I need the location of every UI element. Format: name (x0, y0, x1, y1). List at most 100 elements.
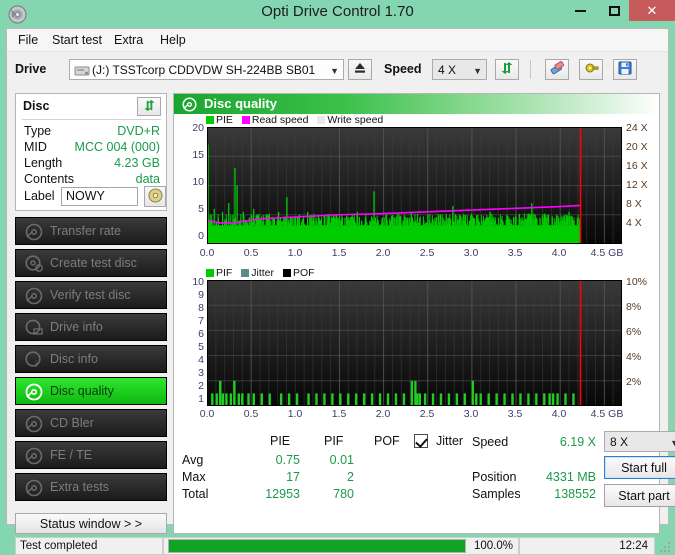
pie-chart-legend: PIE Read speed Write speed (206, 114, 383, 126)
refresh-button[interactable] (495, 59, 519, 80)
cd-disc-icon (148, 188, 163, 206)
pie-y2tick-4: 4 X (626, 217, 642, 229)
speed-select[interactable]: 4 X ▼ (432, 59, 487, 80)
menu-item-start-test[interactable]: Start test (47, 33, 107, 47)
pie-xtick-6: 3.0 (457, 247, 485, 259)
refresh-arrows-icon (143, 99, 156, 115)
legend-swatch-pof (283, 269, 291, 277)
legend-swatch-write-speed (317, 116, 325, 124)
pie-y2tick-12: 12 X (626, 179, 648, 191)
refresh-arrows-icon (500, 61, 514, 78)
pif-y2tick-2: 2% (626, 376, 641, 388)
drive-select-value: (J:) TSSTcorp CDDVDW SH-224BB SB01 (70, 63, 315, 77)
pif-y2tick-10: 10% (626, 276, 647, 288)
sidebar-item-label: FE / TE (50, 448, 92, 462)
pie-ytick-10: 10 (174, 176, 204, 188)
drive-icon (74, 62, 90, 78)
pif-ytick-1: 1 (174, 393, 204, 405)
pif-ytick-4: 4 (174, 354, 204, 366)
sidebar-item-cd-bler[interactable]: CD Bler (15, 409, 167, 437)
panel-header: Disc quality (174, 94, 659, 114)
pie-y2tick-20: 20 X (626, 141, 648, 153)
status-message: Test completed (15, 537, 163, 555)
menu-bar: File Start test Extra Help (7, 29, 668, 52)
sidebar-item-label: Disc info (50, 352, 98, 366)
eject-button[interactable] (348, 59, 372, 80)
disc-row-value: 4.23 GB (114, 156, 160, 170)
close-button[interactable]: ✕ (629, 0, 675, 21)
test-speed-select[interactable]: 8 X ▼ (604, 431, 675, 452)
pie-xtick-8: 4.0 (545, 247, 573, 259)
legend-label-read-speed: Read speed (252, 114, 309, 126)
sidebar-item-label: Create test disc (50, 256, 137, 270)
sidebar-item-fe-te[interactable]: FE / TE (15, 441, 167, 469)
disc-refresh-button[interactable] (137, 97, 161, 116)
resize-grip[interactable] (655, 537, 674, 555)
disc-icon (25, 319, 43, 337)
disc-row-key: MID (24, 140, 47, 154)
pif-xtick-9: 4.5 GB (586, 408, 628, 420)
disc-quality-panel: Disc quality PIE Read speed Write speed … (173, 93, 660, 534)
pif-ytick-7: 7 (174, 315, 204, 327)
disc-label-button[interactable] (144, 186, 166, 207)
pie-y2tick-24: 24 X (626, 122, 648, 134)
pie-xtick-7: 3.5 (501, 247, 529, 259)
jitter-label: Jitter (436, 434, 463, 448)
disc-label-input[interactable]: NOWY (61, 187, 138, 206)
disc-icon (182, 97, 197, 112)
progress-percent-text: 100.0% (474, 540, 513, 552)
pif-plot-area (207, 280, 622, 406)
sidebar-item-disc-info[interactable]: i Disc info (15, 345, 167, 373)
legend-label-pif: PIF (216, 267, 232, 279)
sidebar-item-label: Extra tests (50, 480, 109, 494)
panel-title: Disc quality (204, 96, 277, 111)
save-button[interactable] (613, 59, 637, 80)
disc-row-value: MCC 004 (000) (75, 140, 160, 154)
pie-xtick-2: 1.0 (281, 247, 309, 259)
samples-stat-label: Samples (472, 487, 521, 501)
disc-icon (25, 255, 43, 273)
menu-item-help[interactable]: Help (155, 33, 191, 47)
pif-chart-legend: PIF Jitter POF (206, 267, 315, 279)
eraser-button[interactable] (545, 59, 569, 80)
statistics-panel: PIE PIF POF Jitter Avg 0.75 0.01 Max 17 … (174, 430, 659, 530)
jitter-checkbox[interactable] (414, 434, 428, 448)
chevron-down-icon: ▼ (473, 60, 482, 81)
pif-xtick-6: 3.0 (457, 408, 485, 420)
position-stat-label: Position (472, 470, 516, 484)
start-part-button[interactable]: Start part (604, 484, 675, 507)
pie-xtick-0: 0.0 (193, 247, 221, 259)
legend-swatch-pie (206, 116, 214, 124)
disc-row-key: Contents (24, 172, 74, 186)
stats-row-label-avg: Avg (182, 453, 203, 467)
chevron-down-icon: ▼ (330, 60, 339, 81)
legend-label-write-speed: Write speed (327, 114, 383, 126)
sidebar-item-verify-test-disc[interactable]: Verify test disc (15, 281, 167, 309)
progress-fill (169, 540, 465, 552)
disc-panel-title: Disc (23, 99, 49, 113)
drive-label: Drive (15, 62, 46, 76)
sidebar-item-extra-tests[interactable]: Extra tests (15, 473, 167, 501)
pie-ytick-5: 5 (174, 203, 204, 215)
pif-ytick-10: 10 (174, 276, 204, 288)
menu-item-extra[interactable]: Extra (109, 33, 148, 47)
sidebar-item-disc-quality[interactable]: Disc quality (15, 377, 167, 405)
sidebar-item-drive-info[interactable]: Drive info (15, 313, 167, 341)
stats-avg-pif: 0.01 (306, 453, 354, 467)
settings-button[interactable] (579, 59, 603, 80)
pie-xtick-1: 0.5 (237, 247, 265, 259)
sidebar-item-create-test-disc[interactable]: Create test disc (15, 249, 167, 277)
pif-xtick-3: 1.5 (325, 408, 353, 420)
minimize-button[interactable] (565, 0, 595, 21)
pif-xtick-2: 1.0 (281, 408, 309, 420)
pif-xtick-1: 0.5 (237, 408, 265, 420)
sidebar-item-transfer-rate[interactable]: Transfer rate (15, 217, 167, 245)
stats-max-pie: 17 (252, 470, 300, 484)
menu-item-file[interactable]: File (13, 33, 43, 47)
disc-icon: i (25, 351, 43, 369)
maximize-button[interactable] (599, 0, 629, 21)
start-full-button[interactable]: Start full (604, 456, 675, 479)
pie-y2tick-8: 8 X (626, 198, 642, 210)
drive-select[interactable]: (J:) TSSTcorp CDDVDW SH-224BB SB01 ▼ (69, 59, 344, 80)
pif-ytick-8: 8 (174, 302, 204, 314)
